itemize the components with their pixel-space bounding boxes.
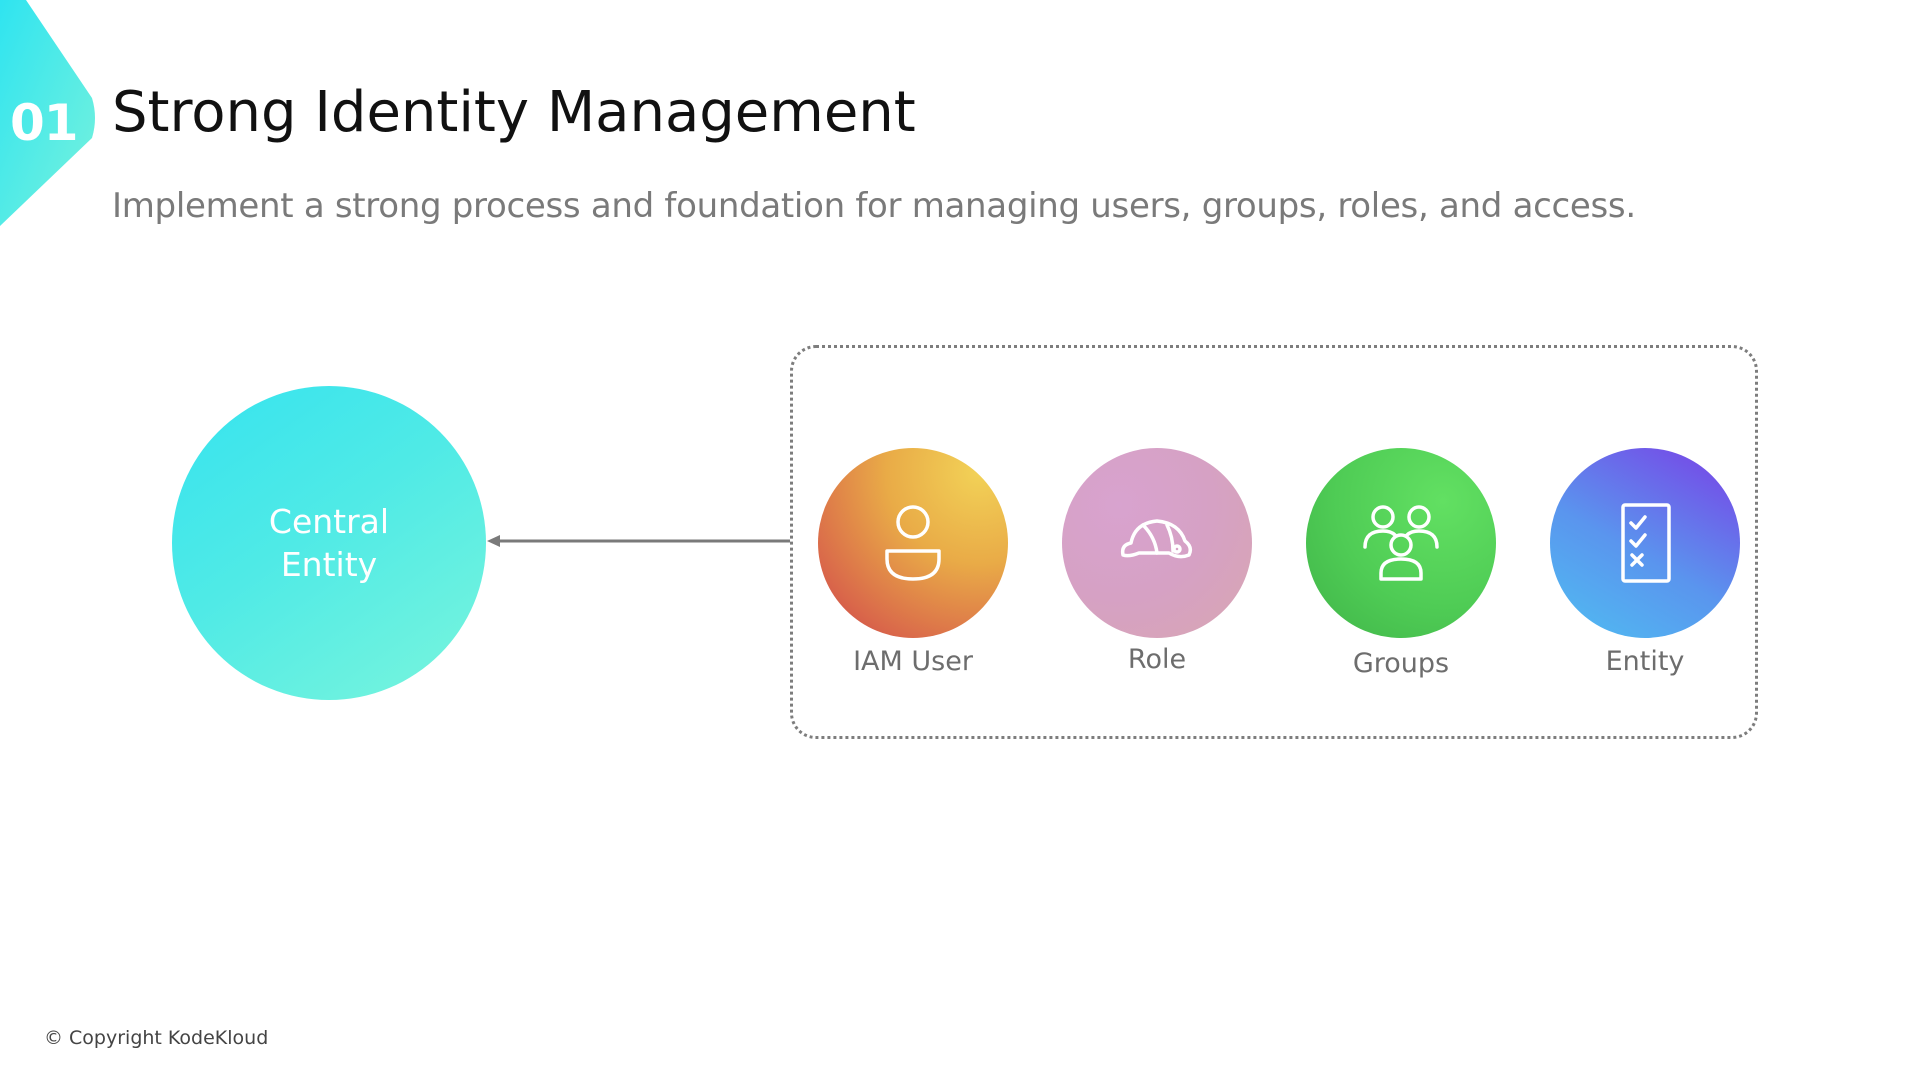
- central-entity-node: Central Entity: [172, 386, 486, 700]
- hard-hat-icon: [1120, 519, 1193, 559]
- slide: 01 Strong Identity Management Implement …: [0, 0, 1920, 1080]
- role-label: Role: [1127, 644, 1187, 675]
- central-entity-label: Central Entity: [268, 502, 390, 584]
- page-subtitle: Implement a strong process and foundatio…: [112, 186, 1636, 226]
- groups-label: Groups: [1352, 648, 1450, 679]
- checklist-icon: [1621, 503, 1671, 583]
- user-icon: [885, 505, 941, 581]
- role-node: [1062, 448, 1252, 638]
- users-group-icon: [1363, 505, 1439, 581]
- groups-node: [1306, 448, 1496, 638]
- section-number: 01: [10, 94, 79, 152]
- iam-user-label: IAM User: [853, 646, 973, 677]
- copyright-text: © Copyright KodeKloud: [44, 1027, 269, 1049]
- entity-node: [1550, 448, 1740, 638]
- entity-label: Entity: [1605, 646, 1685, 677]
- page-title: Strong Identity Management: [112, 80, 916, 145]
- iam-user-node: [818, 448, 1008, 638]
